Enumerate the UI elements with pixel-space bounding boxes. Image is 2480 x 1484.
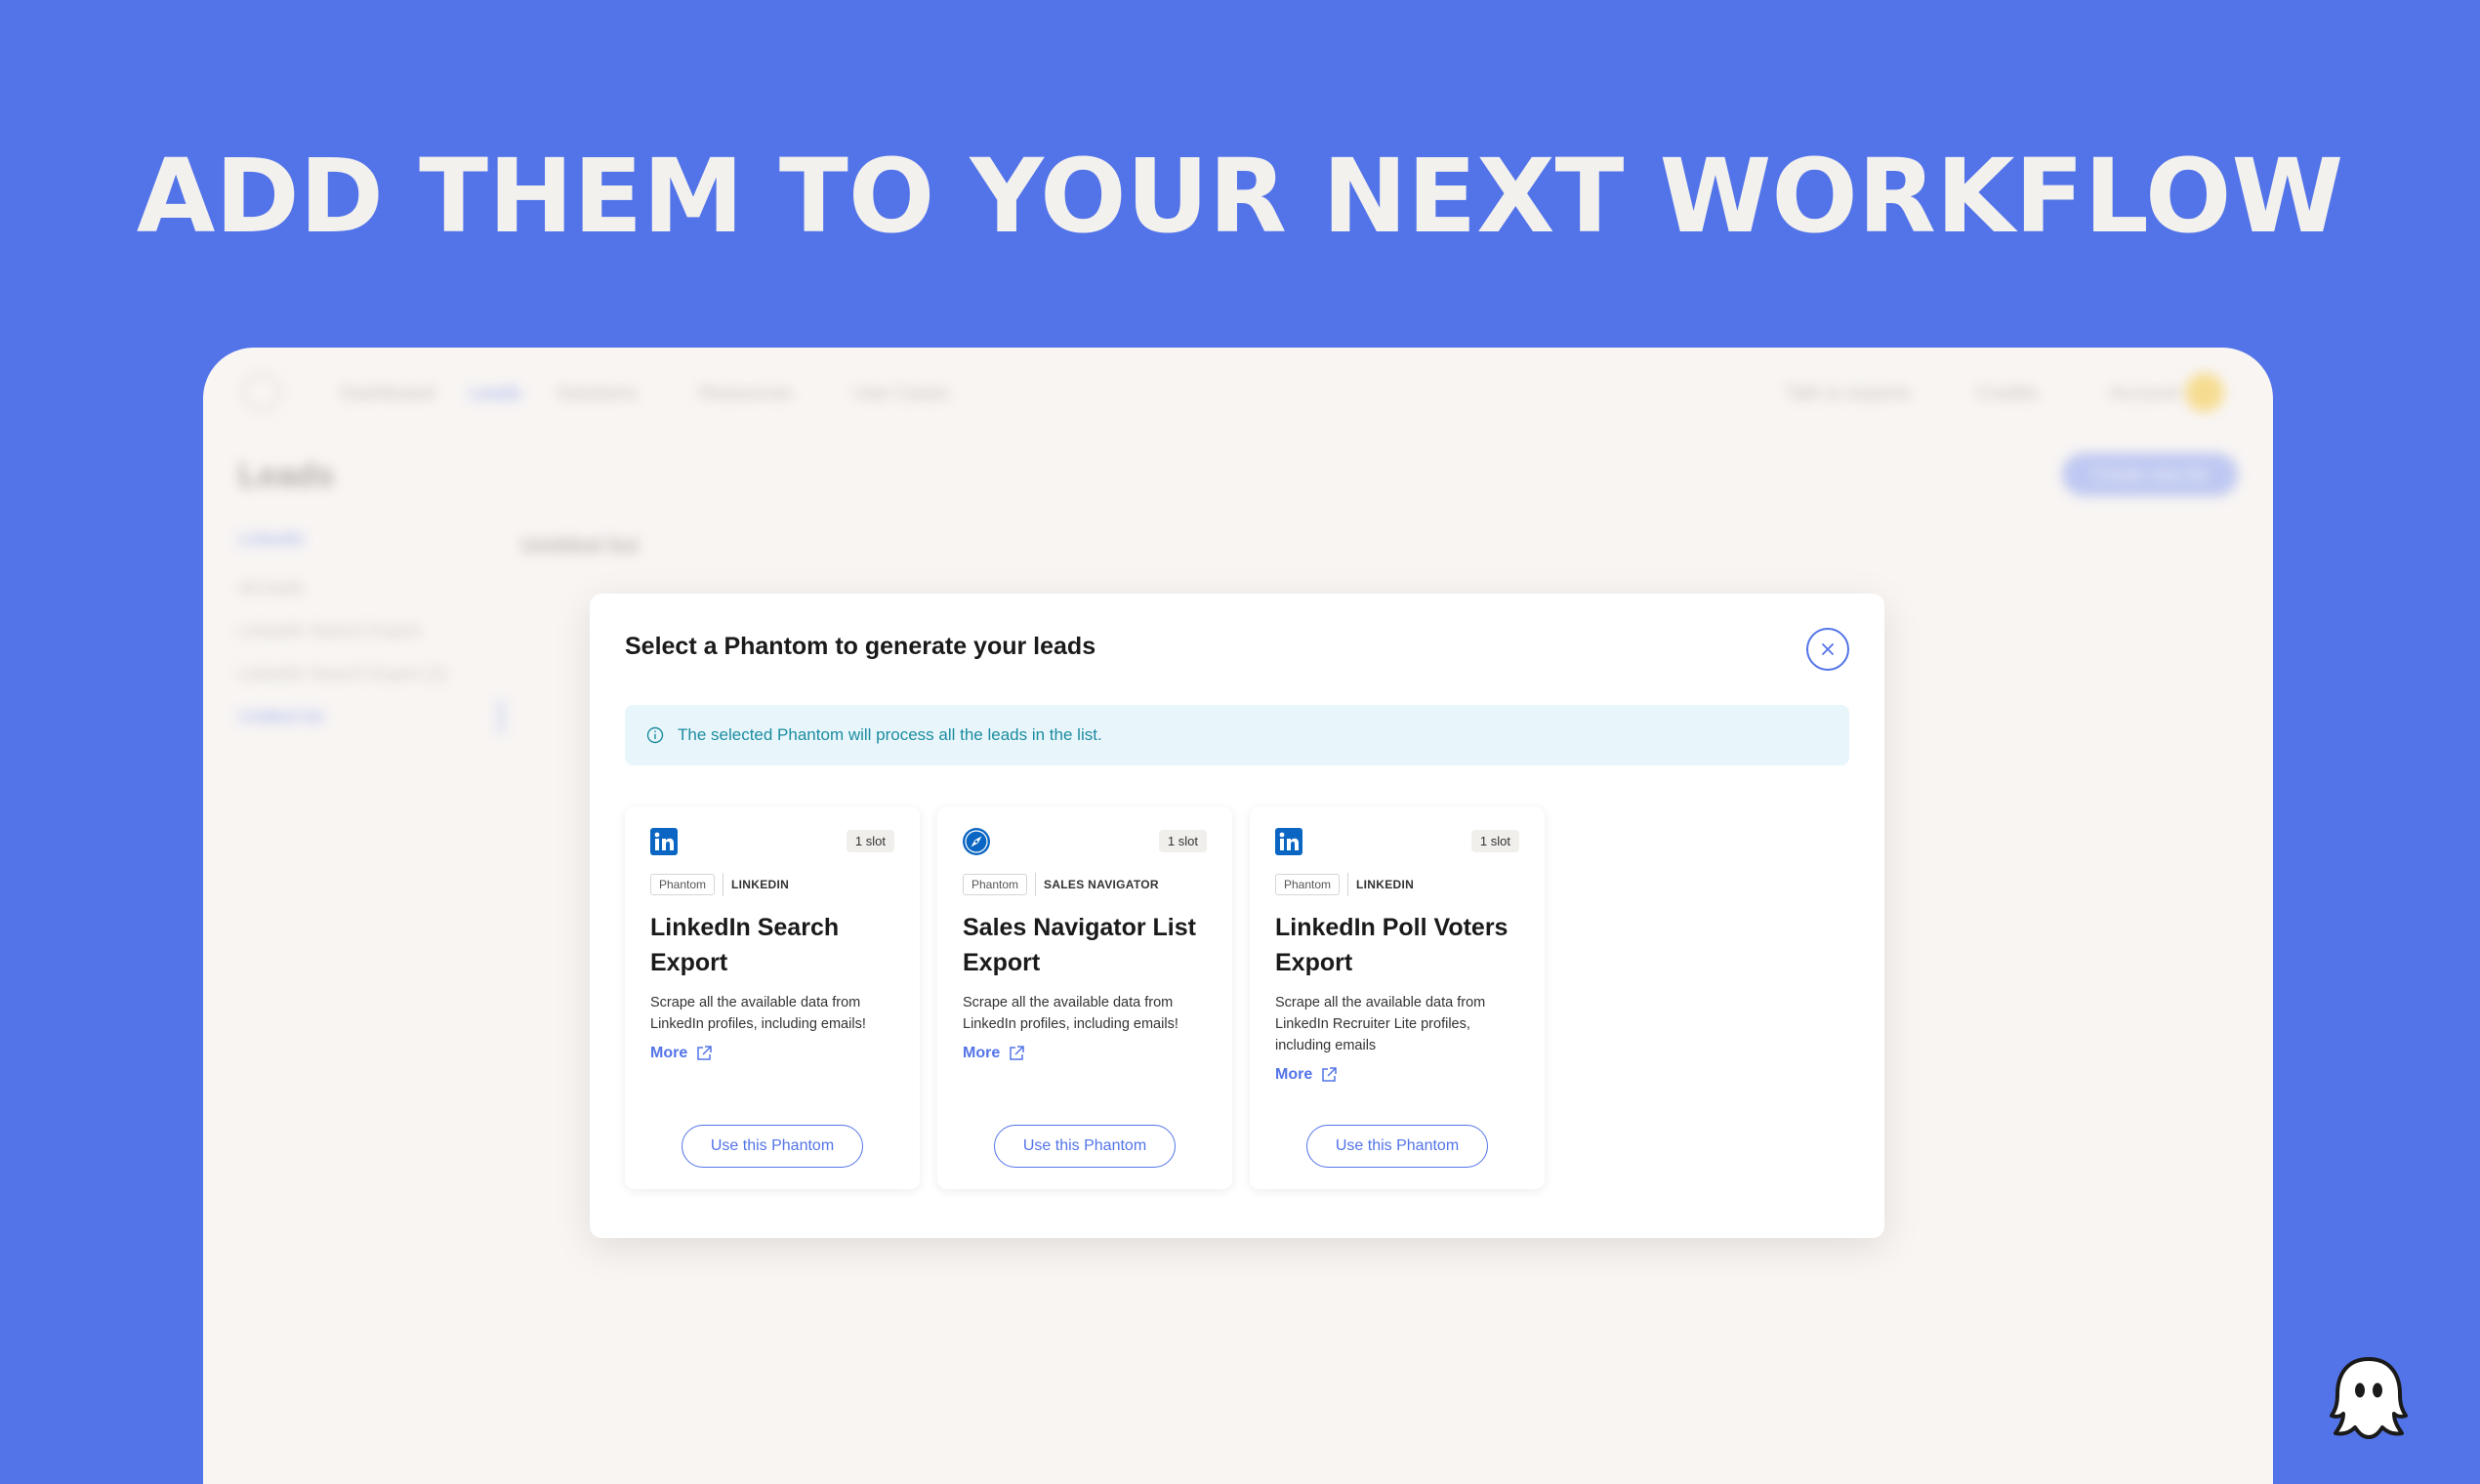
more-link[interactable]: More xyxy=(650,1045,713,1062)
card-title: LinkedIn Search Export xyxy=(650,914,840,976)
list-title: Untitled list xyxy=(521,533,639,557)
sidebar-item-all-leads[interactable]: All leads xyxy=(238,578,305,598)
more-label: More xyxy=(650,1045,688,1061)
sidebar-item-search-export-2[interactable]: LinkedIn Search Export (2) xyxy=(238,664,447,684)
close-icon xyxy=(1822,643,1834,655)
top-nav: Dashboard Leads Solutions Resources Use … xyxy=(203,361,2273,424)
tag-platform: SALES NAVIGATOR xyxy=(1044,878,1159,891)
card-description: Scrape all the available data from Linke… xyxy=(963,995,1178,1032)
card-title: LinkedIn Poll Voters Export xyxy=(1275,914,1509,976)
sidebar-item-linkedin[interactable]: LinkedIn xyxy=(238,529,305,550)
use-phantom-button[interactable]: Use this Phantom xyxy=(1306,1125,1488,1168)
tag-divider xyxy=(1035,873,1037,896)
phantom-select-modal: Select a Phantom to generate your leads … xyxy=(590,594,1884,1238)
headline: ADD THEM TO YOUR NEXT WORKFLOW xyxy=(136,137,2344,256)
nav-credits[interactable]: Credits xyxy=(1976,383,2038,405)
sidebar-item-search-export[interactable]: LinkedIn Search Export xyxy=(238,621,421,641)
tag-platform: LINKEDIN xyxy=(1356,878,1415,891)
external-link-icon xyxy=(697,1046,712,1060)
tag-phantom: Phantom xyxy=(1275,874,1341,895)
card-title: Sales Navigator List Export xyxy=(963,914,1196,976)
nav-talk-to-experts[interactable]: Talk to experts xyxy=(1785,383,1911,405)
slot-badge: 1 slot xyxy=(1158,830,1207,852)
create-list-button[interactable]: Create new list xyxy=(2062,453,2238,496)
use-phantom-button[interactable]: Use this Phantom xyxy=(682,1125,863,1168)
tag-divider xyxy=(1347,873,1349,896)
info-text: The selected Phantom will process all th… xyxy=(678,725,1102,744)
nav-solutions[interactable]: Solutions xyxy=(557,383,637,405)
slot-badge: 1 slot xyxy=(846,830,894,852)
more-label: More xyxy=(1275,1066,1313,1083)
external-link-icon xyxy=(1010,1046,1024,1060)
card-tags: Phantom LINKEDIN xyxy=(650,873,789,896)
logo-icon[interactable] xyxy=(242,373,281,412)
sidebar-item-untitled[interactable]: Untitled list xyxy=(238,707,324,727)
card-tags: Phantom SALES NAVIGATOR xyxy=(963,873,1159,896)
modal-title: Select a Phantom to generate your leads xyxy=(625,633,1096,660)
card-description: Scrape all the available data from Linke… xyxy=(650,995,866,1032)
card-tags: Phantom LINKEDIN xyxy=(1275,873,1414,896)
nav-account[interactable]: Account xyxy=(2109,383,2179,405)
card-description: Scrape all the available data from Linke… xyxy=(1275,995,1486,1053)
tag-phantom: Phantom xyxy=(650,874,716,895)
page-title: Leads xyxy=(238,457,335,494)
phantom-card-linkedin-search-export[interactable]: 1 slot Phantom LINKEDIN LinkedIn Search … xyxy=(625,806,920,1189)
linkedin-icon xyxy=(1275,828,1302,855)
info-icon xyxy=(646,726,664,744)
tag-phantom: Phantom xyxy=(963,874,1028,895)
more-label: More xyxy=(963,1045,1001,1061)
use-phantom-button[interactable]: Use this Phantom xyxy=(994,1125,1176,1168)
compass-icon xyxy=(963,828,990,855)
slot-badge: 1 slot xyxy=(1470,830,1519,852)
more-link[interactable]: More xyxy=(1275,1066,1338,1084)
nav-dashboard[interactable]: Dashboard xyxy=(340,383,435,405)
info-banner: The selected Phantom will process all th… xyxy=(625,705,1849,765)
phantom-cards: 1 slot Phantom LINKEDIN LinkedIn Search … xyxy=(625,806,1545,1189)
nav-use-cases[interactable]: Use Cases xyxy=(853,383,949,405)
nav-leads[interactable]: Leads xyxy=(469,383,522,405)
phantom-card-sales-navigator-list-export[interactable]: 1 slot Phantom SALES NAVIGATOR Sales Nav… xyxy=(937,806,1232,1189)
scrollbar[interactable] xyxy=(498,699,504,734)
more-link[interactable]: More xyxy=(963,1045,1025,1062)
phantom-card-linkedin-poll-voters-export[interactable]: 1 slot Phantom LINKEDIN LinkedIn Poll Vo… xyxy=(1250,806,1545,1189)
tag-platform: LINKEDIN xyxy=(731,878,790,891)
nav-resources[interactable]: Resources xyxy=(699,383,793,405)
ghost-logo-icon xyxy=(2328,1355,2410,1439)
close-button[interactable] xyxy=(1806,628,1849,671)
linkedin-icon xyxy=(650,828,678,855)
external-link-icon xyxy=(1322,1067,1337,1082)
avatar[interactable] xyxy=(2185,373,2224,412)
